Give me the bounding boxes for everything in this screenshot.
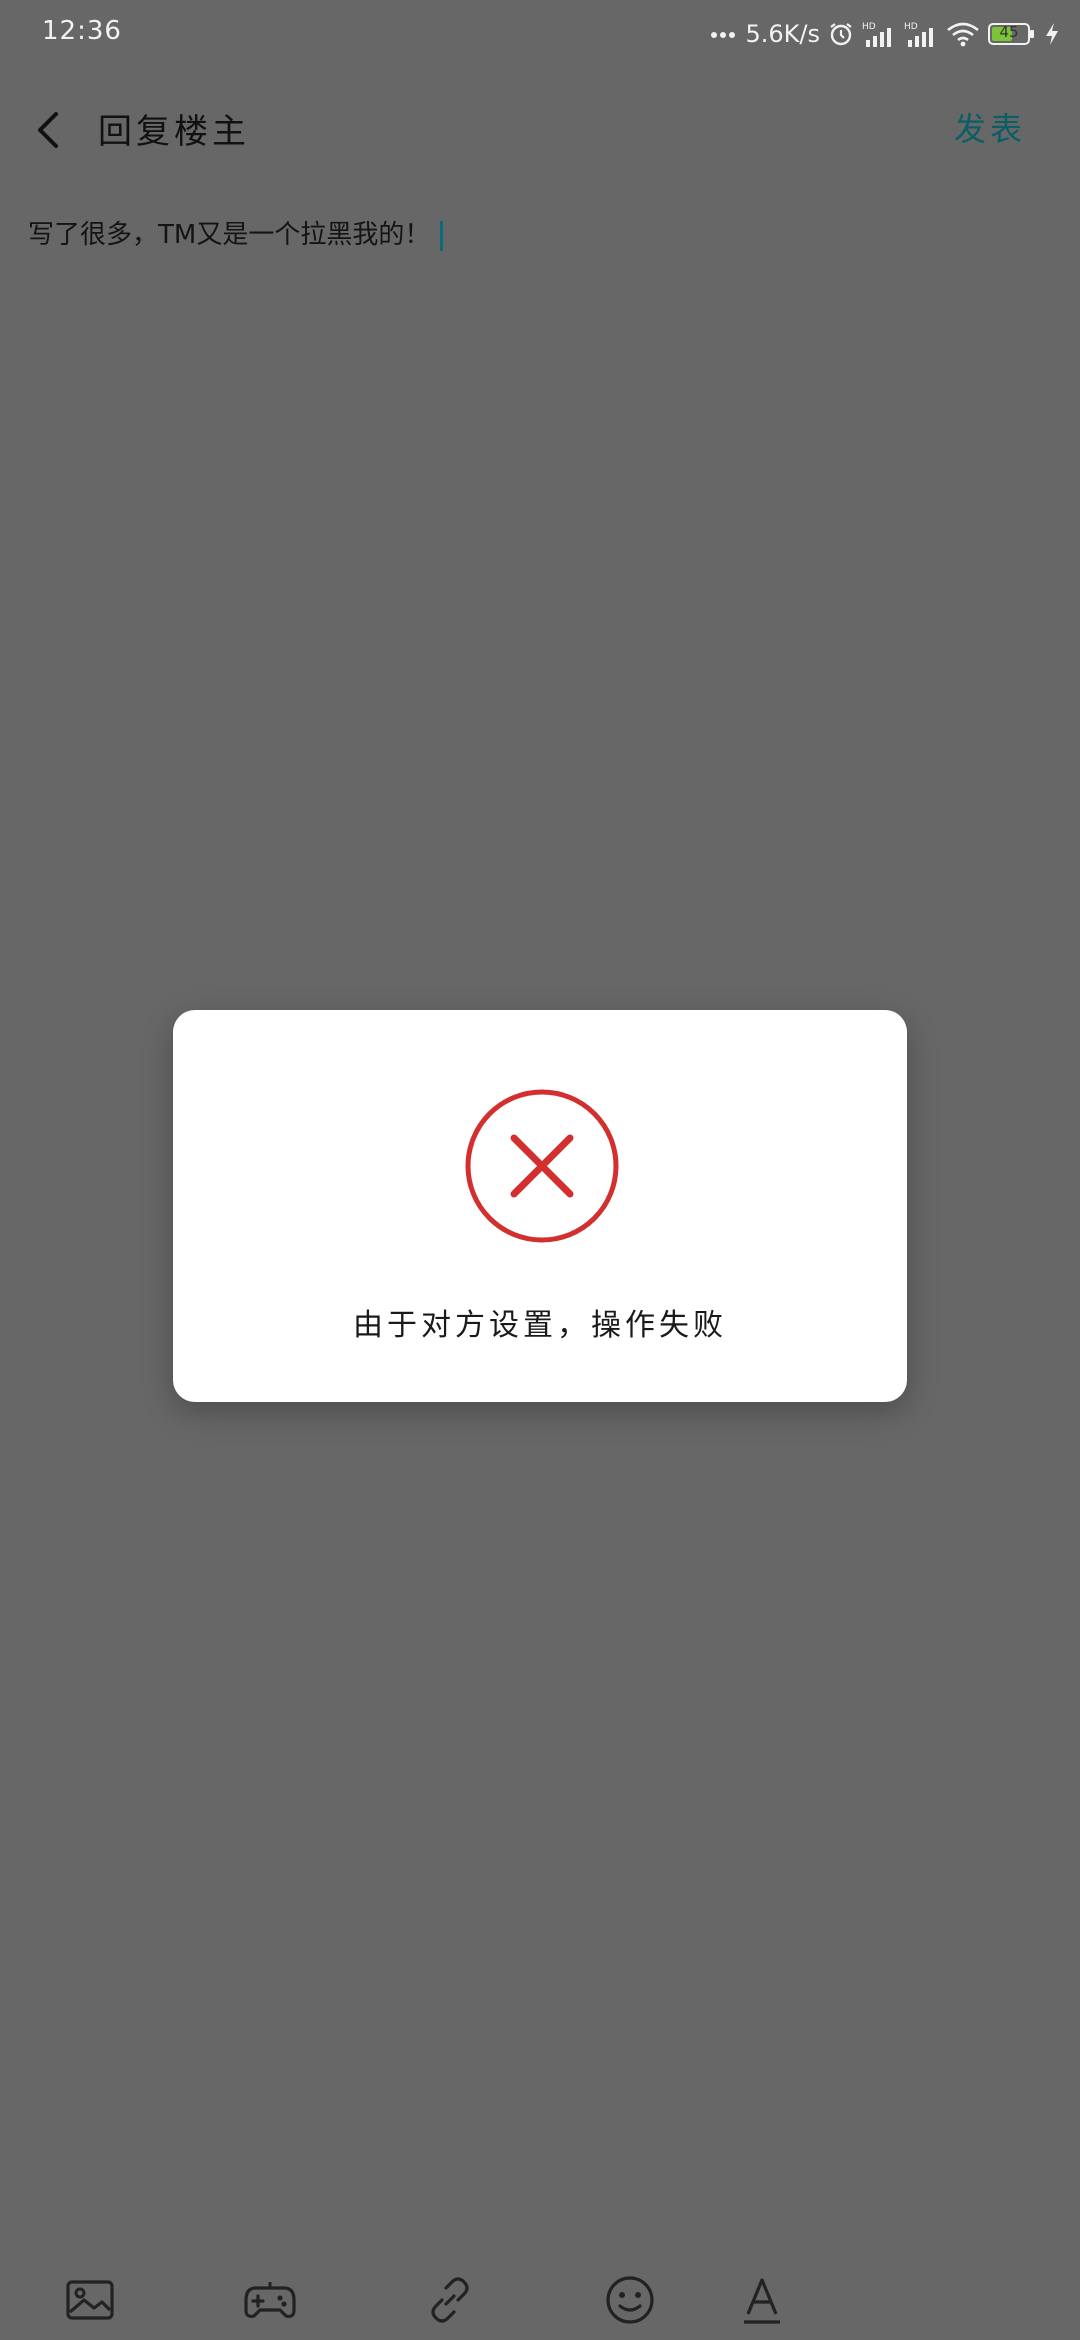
status-icons: 5.6K/s HD HD 45 bbox=[710, 14, 1061, 54]
network-speed: 5.6K/s bbox=[745, 20, 821, 48]
page-title: 回复楼主 bbox=[98, 112, 250, 152]
header: 回复楼主 发表 bbox=[0, 90, 1080, 170]
text-format-button[interactable] bbox=[734, 2272, 790, 2328]
game-button[interactable] bbox=[242, 2272, 298, 2328]
link-icon bbox=[431, 2277, 469, 2323]
signal-hd-icon: HD bbox=[862, 20, 896, 48]
reply-text: 写了很多，TM又是一个拉黑我的！ bbox=[28, 220, 431, 250]
status-time: 12:36 bbox=[42, 16, 122, 46]
image-button[interactable] bbox=[62, 2272, 118, 2328]
game-controller-icon bbox=[244, 2282, 296, 2318]
error-circle-x-icon bbox=[464, 1088, 620, 1244]
image-icon bbox=[66, 2280, 114, 2320]
text-format-icon bbox=[744, 2278, 780, 2324]
reply-editor[interactable]: 写了很多，TM又是一个拉黑我的！ bbox=[28, 214, 1048, 251]
link-button[interactable] bbox=[422, 2272, 478, 2328]
publish-button[interactable]: 发表 bbox=[954, 104, 1026, 150]
back-arrow-icon bbox=[38, 112, 58, 148]
emoji-icon bbox=[606, 2276, 654, 2324]
svg-text:HD: HD bbox=[904, 22, 918, 32]
battery-level: 45 bbox=[999, 23, 1019, 41]
svg-text:HD: HD bbox=[862, 22, 876, 32]
emoji-button[interactable] bbox=[602, 2272, 658, 2328]
charging-icon bbox=[1044, 22, 1060, 46]
text-caret bbox=[440, 220, 444, 251]
more-dots-icon bbox=[710, 29, 738, 39]
screen: 12:36 5.6K/s HD HD 45 回复楼主 发表 写了很多，TM又是一… bbox=[0, 0, 1080, 2340]
dialog-message: 由于对方设置，操作失败 bbox=[353, 1308, 727, 1343]
bottom-toolbar bbox=[0, 2260, 1080, 2340]
wifi-icon bbox=[946, 20, 980, 48]
battery-icon: 45 bbox=[988, 22, 1036, 46]
alarm-icon bbox=[828, 21, 854, 47]
back-button[interactable] bbox=[26, 106, 74, 154]
status-bar: 12:36 5.6K/s HD HD 45 bbox=[0, 0, 1080, 72]
error-dialog: 由于对方设置，操作失败 bbox=[173, 1010, 907, 1402]
signal-hd-icon: HD bbox=[904, 20, 938, 48]
